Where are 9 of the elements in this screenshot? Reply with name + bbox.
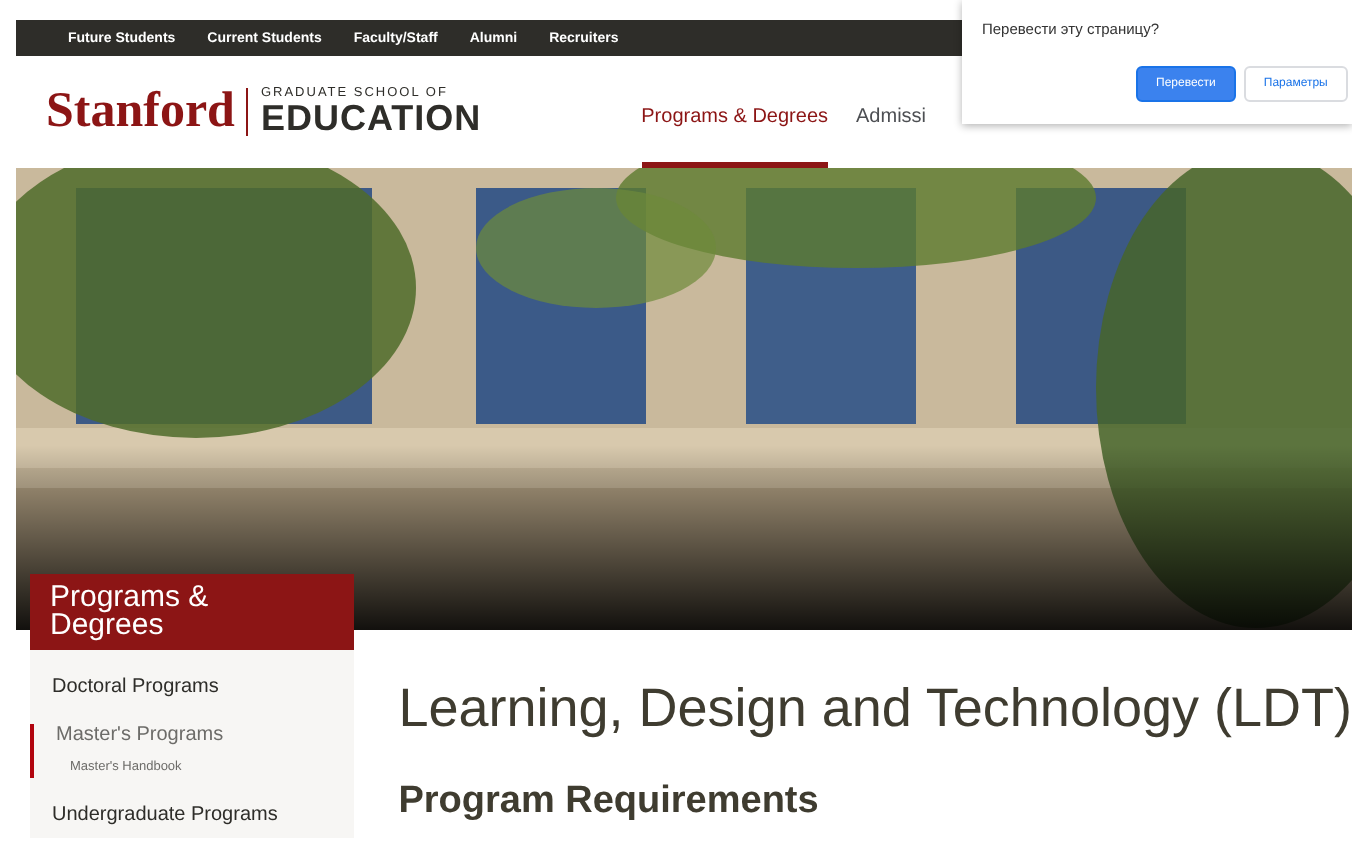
page-title: Learning, Design and Technology (LDT): [398, 678, 1352, 740]
logo-wordmark: Stanford: [46, 84, 235, 140]
sidebar-title: Programs & Degrees: [30, 574, 355, 649]
sidebar-item[interactable]: Undergraduate Programs: [30, 803, 355, 825]
sidebar-item[interactable]: Master's Programs: [34, 723, 355, 745]
sidebar-item[interactable]: Doctoral Programs: [30, 675, 355, 697]
logo-title: EDUCATION: [260, 100, 482, 137]
nav-tab[interactable]: Admissi: [856, 56, 927, 168]
section-heading: Program Requirements: [398, 780, 821, 824]
